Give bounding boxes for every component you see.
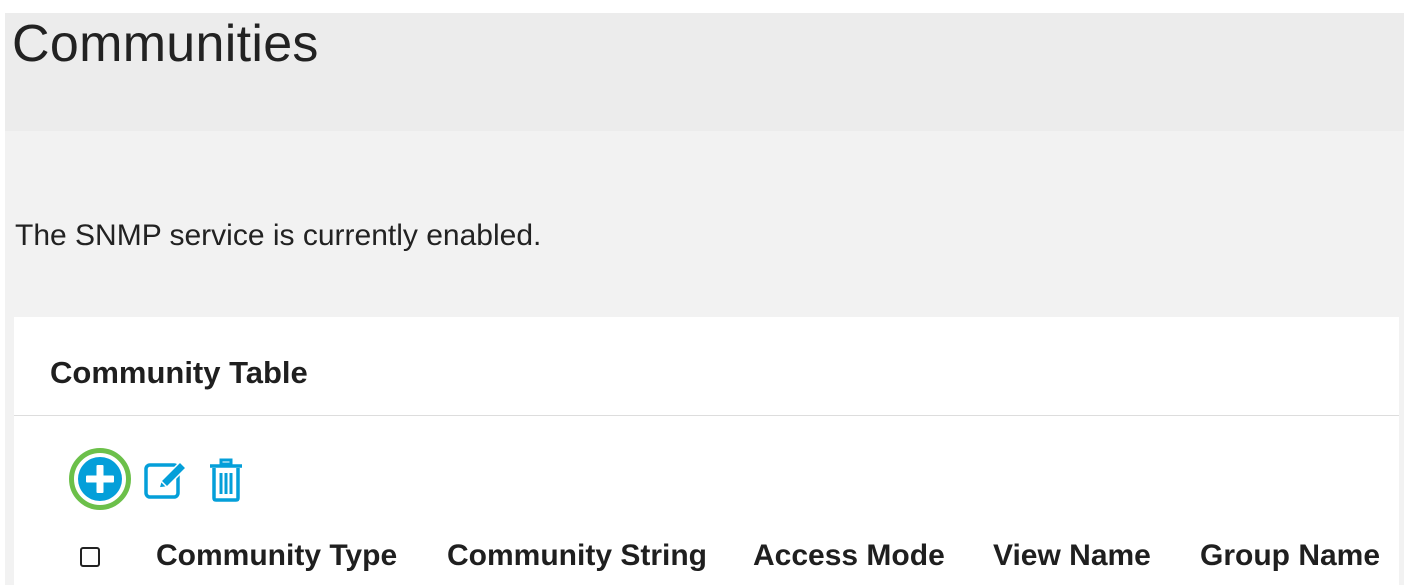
page: Communities The SNMP service is currentl… <box>0 0 1404 585</box>
select-all-checkbox[interactable] <box>80 547 100 567</box>
plus-circle-icon <box>78 457 122 501</box>
card-divider <box>14 415 1399 416</box>
add-button-highlight <box>69 448 131 510</box>
column-group-name[interactable]: Group Name <box>1200 539 1380 573</box>
community-table-title: Community Table <box>50 355 308 390</box>
column-community-type[interactable]: Community Type <box>156 539 397 573</box>
add-button[interactable] <box>68 447 132 511</box>
edit-icon <box>144 460 188 499</box>
column-community-string[interactable]: Community String <box>447 539 707 573</box>
page-title: Communities <box>12 15 319 73</box>
community-table-card: Community Table Community Type Community… <box>14 317 1399 585</box>
snmp-status-text: The SNMP service is currently enabled. <box>15 219 542 252</box>
column-view-name[interactable]: View Name <box>993 539 1151 573</box>
column-access-mode[interactable]: Access Mode <box>753 539 945 573</box>
delete-button[interactable] <box>206 457 246 503</box>
trash-icon <box>210 458 242 502</box>
table-header-row: Community Type Community String Access M… <box>14 535 1399 579</box>
edit-button[interactable] <box>142 457 192 503</box>
